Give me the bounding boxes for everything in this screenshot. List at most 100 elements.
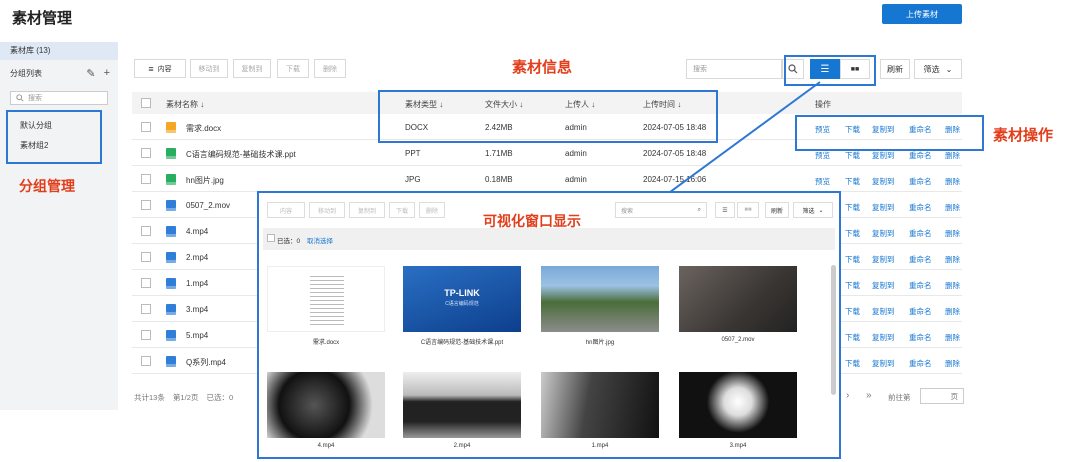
row-op-3[interactable]: 重命名 <box>909 254 932 265</box>
thumbnail[interactable] <box>679 266 797 332</box>
grid-view-button[interactable]: ■■ <box>840 59 870 79</box>
select-all-checkbox[interactable] <box>141 98 151 108</box>
ov-select-checkbox[interactable] <box>267 234 275 242</box>
row-op-3[interactable]: 重命名 <box>909 150 932 161</box>
row-op-2[interactable]: 复制到 <box>872 254 895 265</box>
row-op-1[interactable]: 下载 <box>845 332 860 343</box>
row-op-1[interactable]: 下载 <box>845 124 860 135</box>
ov-filter-button[interactable]: 筛选 ⌄ <box>793 202 833 218</box>
ov-grid-view-button[interactable]: ■■ <box>737 202 759 218</box>
row-op-4[interactable]: 删除 <box>945 202 960 213</box>
column-uploader-header[interactable]: 上传人 ↓ <box>565 99 595 110</box>
row-checkbox[interactable] <box>141 226 151 236</box>
row-op-2[interactable]: 复制到 <box>872 176 895 187</box>
group-item-2[interactable]: 素材组2 <box>20 140 48 151</box>
row-op-1[interactable]: 下载 <box>845 150 860 161</box>
ov-list-view-button[interactable]: ☰ <box>715 202 735 218</box>
row-op-3[interactable]: 重命名 <box>909 306 932 317</box>
row-checkbox[interactable] <box>141 252 151 262</box>
search-button[interactable] <box>782 59 804 79</box>
row-name[interactable]: 需求.docx <box>186 123 221 134</box>
row-op-3[interactable]: 重命名 <box>909 228 932 239</box>
row-checkbox[interactable] <box>141 304 151 314</box>
ov-delete-button[interactable]: 删除 <box>419 202 445 218</box>
row-op-1[interactable]: 下载 <box>845 358 860 369</box>
row-op-1[interactable]: 下载 <box>845 228 860 239</box>
page-number-input[interactable]: 页 <box>920 388 964 404</box>
row-name[interactable]: 0507_2.mov <box>186 201 230 210</box>
row-checkbox[interactable] <box>141 122 151 132</box>
ov-refresh-button[interactable]: 刷新 <box>765 202 789 218</box>
ov-scrollbar[interactable] <box>831 265 836 395</box>
last-page-icon[interactable]: » <box>866 390 872 401</box>
row-checkbox[interactable] <box>141 330 151 340</box>
row-checkbox[interactable] <box>141 174 151 184</box>
row-op-2[interactable]: 复制到 <box>872 228 895 239</box>
row-op-4[interactable]: 删除 <box>945 254 960 265</box>
content-button[interactable]: ≡ 内容 <box>134 59 186 78</box>
row-op-4[interactable]: 删除 <box>945 150 960 161</box>
row-op-3[interactable]: 重命名 <box>909 124 932 135</box>
row-name[interactable]: 1.mp4 <box>186 279 208 288</box>
column-name-header[interactable]: 素材名称 ↓ <box>166 99 204 110</box>
row-op-4[interactable]: 删除 <box>945 306 960 317</box>
row-name[interactable]: Q系列.mp4 <box>186 357 226 368</box>
library-item[interactable]: 素材库 (13) <box>0 42 118 60</box>
row-name[interactable]: 2.mp4 <box>186 253 208 262</box>
thumbnail[interactable] <box>403 372 521 438</box>
upload-button[interactable]: 上传素材 <box>882 4 962 24</box>
main-search-input[interactable]: 搜索 <box>686 59 782 79</box>
row-op-4[interactable]: 删除 <box>945 228 960 239</box>
row-name[interactable]: hn图片.jpg <box>186 175 224 186</box>
row-op-4[interactable]: 删除 <box>945 332 960 343</box>
refresh-button[interactable]: 刷新 <box>880 59 910 79</box>
edit-group-icon[interactable]: ✎ <box>86 67 95 80</box>
ov-content-button[interactable]: 内容 <box>267 202 305 218</box>
row-op-2[interactable]: 复制到 <box>872 332 895 343</box>
ov-search-input[interactable]: 搜索 ⌕ <box>615 202 707 218</box>
move-button[interactable]: 移动到 <box>190 59 228 78</box>
ov-cancel-select-link[interactable]: 取消选择 <box>307 235 333 245</box>
row-op-1[interactable]: 下载 <box>845 202 860 213</box>
ov-move-button[interactable]: 移动到 <box>309 202 345 218</box>
row-name[interactable]: 4.mp4 <box>186 227 208 236</box>
row-checkbox[interactable] <box>141 148 151 158</box>
row-op-2[interactable]: 复制到 <box>872 306 895 317</box>
thumbnail[interactable] <box>679 372 797 438</box>
thumbnail[interactable] <box>267 266 385 332</box>
next-page-icon[interactable]: › <box>846 390 849 401</box>
row-op-1[interactable]: 下载 <box>845 176 860 187</box>
column-size-header[interactable]: 文件大小 ↓ <box>485 99 523 110</box>
row-op-4[interactable]: 删除 <box>945 358 960 369</box>
row-checkbox[interactable] <box>141 278 151 288</box>
group-item-default[interactable]: 默认分组 <box>20 120 52 131</box>
table-row[interactable] <box>132 114 962 140</box>
ov-download-button[interactable]: 下载 <box>389 202 415 218</box>
row-name[interactable]: C语言编码规范-基础技术课.ppt <box>186 149 296 160</box>
thumbnail[interactable] <box>541 372 659 438</box>
row-op-4[interactable]: 删除 <box>945 280 960 291</box>
row-op-3[interactable]: 重命名 <box>909 332 932 343</box>
row-name[interactable]: 3.mp4 <box>186 305 208 314</box>
group-search-input[interactable]: 搜索 <box>10 91 108 105</box>
row-op-3[interactable]: 重命名 <box>909 358 932 369</box>
row-op-4[interactable]: 删除 <box>945 124 960 135</box>
row-op-1[interactable]: 下载 <box>845 280 860 291</box>
ov-copy-button[interactable]: 复制到 <box>349 202 385 218</box>
row-checkbox[interactable] <box>141 200 151 210</box>
row-op-3[interactable]: 重命名 <box>909 176 932 187</box>
row-checkbox[interactable] <box>141 356 151 366</box>
add-group-icon[interactable]: + <box>104 67 110 80</box>
delete-button[interactable]: 删除 <box>314 59 346 78</box>
thumbnail[interactable] <box>267 372 385 438</box>
table-row[interactable] <box>132 166 962 192</box>
row-op-2[interactable]: 复制到 <box>872 202 895 213</box>
row-op-2[interactable]: 复制到 <box>872 150 895 161</box>
row-op-2[interactable]: 复制到 <box>872 124 895 135</box>
filter-button[interactable]: 筛选 ⌄ <box>914 59 962 79</box>
row-name[interactable]: 5.mp4 <box>186 331 208 340</box>
column-type-header[interactable]: 素材类型 ↓ <box>405 99 443 110</box>
row-op-1[interactable]: 下载 <box>845 306 860 317</box>
row-op-4[interactable]: 删除 <box>945 176 960 187</box>
download-button[interactable]: 下载 <box>277 59 309 78</box>
